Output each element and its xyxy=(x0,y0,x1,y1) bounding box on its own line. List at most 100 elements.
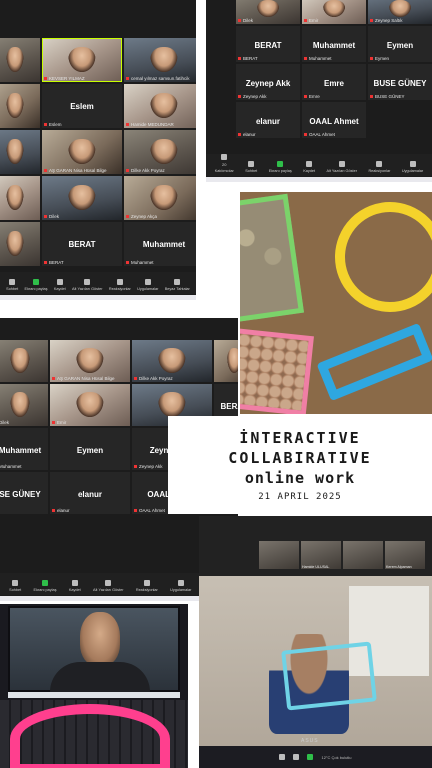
participant-with-triangle-photo: Hamide ULUSAL Kerem Alpaman ASUS 12°C Çok… xyxy=(199,516,432,768)
participant-tile[interactable]: Dilek xyxy=(42,176,122,220)
participant-tile[interactable]: SE GÜNEY xyxy=(0,472,48,514)
participant-name: Muhammet xyxy=(312,41,356,51)
participant-tile[interactable]: Eslem Eslem xyxy=(42,84,122,128)
toolbar-button[interactable]: Ekranı paylaş xyxy=(25,279,48,291)
participant-tile[interactable]: Zeynep Saltık xyxy=(368,0,432,24)
participant-tile[interactable]: Dilek xyxy=(236,0,300,24)
participant-video xyxy=(257,0,279,18)
title-line-1: İNTERACTIVE xyxy=(239,428,361,447)
participant-caption: Muhammet xyxy=(0,464,22,469)
toolbar-button[interactable]: Sohbet xyxy=(245,161,257,173)
toolbar-label: Kaydet xyxy=(68,588,81,592)
toolbar-button[interactable]: Kaydet xyxy=(54,279,66,291)
participant-tile[interactable] xyxy=(0,340,48,382)
toolbar-button[interactable]: Reaksiyonlar xyxy=(109,279,131,291)
toolbar-button[interactable]: Kaydet xyxy=(303,161,315,173)
taskbar xyxy=(206,177,432,182)
participant-tile[interactable]: Zeynep Akk Zeynep Akk xyxy=(236,64,300,100)
toolbar-button[interactable]: Ekranı paylaş xyxy=(34,580,57,592)
toolbar-button[interactable]: Reaksiyonlar xyxy=(368,161,390,173)
participant-tile[interactable]: BERAT BERAT xyxy=(236,26,300,62)
participant-tile[interactable]: cemal yılmaz samsun.fatihcik xyxy=(124,38,196,82)
participant-tile[interactable] xyxy=(0,84,40,128)
participant-tile[interactable]: AŞ GARAN Nisa Hüsal Bilge xyxy=(42,130,122,174)
participant-video xyxy=(68,46,96,73)
toolbar-button[interactable]: Sohbet xyxy=(9,580,21,592)
participant-tile[interactable]: AŞ GARAN Nisa Hüsal Bilge xyxy=(50,340,130,382)
participant-tile[interactable] xyxy=(214,340,238,382)
toolbar-button[interactable]: Uygulamalar xyxy=(402,161,423,173)
participant-video xyxy=(6,92,24,119)
toolbar-button[interactable]: Beyaz Tahtalar xyxy=(165,279,190,291)
participant-caption: BERAT xyxy=(238,56,258,61)
participant-tile[interactable] xyxy=(0,176,40,220)
participant-video xyxy=(227,348,238,373)
participant-tile[interactable]: OAAL Ahmet OAAL Ahmet xyxy=(302,102,366,138)
participant-video xyxy=(158,348,186,373)
thumbnail-row: Hamide ULUSAL Kerem Alpaman xyxy=(259,541,425,569)
participant-tile[interactable]: Dilek xyxy=(0,384,48,426)
app-icon[interactable] xyxy=(307,754,314,760)
blue-paper-strip xyxy=(316,322,432,402)
participant-name: Zeynep Akk xyxy=(245,79,291,89)
participant-caption: elanur xyxy=(52,508,70,513)
participant-name: Muhammet xyxy=(142,240,186,250)
participant-tile[interactable]: elanur elanur xyxy=(236,102,300,138)
participant-caption: Eymen xyxy=(370,56,389,61)
toolbar-button[interactable]: Uygulamalar xyxy=(170,580,191,592)
toolbar-icon xyxy=(177,580,184,586)
participant-video xyxy=(76,348,104,373)
participant-name: OAAL Ahmet xyxy=(309,117,359,127)
title-line-3: online work xyxy=(244,468,356,487)
search-icon[interactable] xyxy=(293,754,300,760)
participant-caption: Dilke Akk Poyraz xyxy=(134,376,173,381)
participant-tile[interactable]: elanur elanur xyxy=(50,472,130,514)
title-date: 21 APRIL 2025 xyxy=(258,491,342,502)
participant-tile[interactable]: Hamide MEDUNDAR xyxy=(124,84,196,128)
participant-tile[interactable] xyxy=(0,222,40,266)
participant-tile[interactable]: BERAT BERAT xyxy=(42,222,122,266)
toolbar-button[interactable]: Kaydet xyxy=(69,580,81,592)
participant-tile[interactable]: EmreEmre xyxy=(302,64,366,100)
participant-thumbnail[interactable] xyxy=(259,541,299,569)
participant-name: BERAT xyxy=(68,240,96,250)
participant-tile[interactable] xyxy=(0,38,40,82)
toolbar-icon xyxy=(71,580,78,586)
toolbar-button[interactable]: Sohbet xyxy=(6,279,18,291)
participant-tile[interactable]: Eymen Eymen xyxy=(368,26,432,62)
participant-tile[interactable]: Dilke Akk Poyraz xyxy=(132,340,212,382)
toolbar-button[interactable]: Alt Yazıları Göster xyxy=(93,580,124,592)
participant-name: elanur xyxy=(77,489,102,499)
participant-tile[interactable]: Zeynep Akça xyxy=(124,176,196,220)
participant-tile[interactable] xyxy=(0,130,40,174)
participant-tile[interactable]: Muhammet Muhammet xyxy=(0,428,48,470)
participant-thumbnail[interactable]: Kerem Alpaman xyxy=(385,541,425,569)
participant-tile[interactable]: Emir xyxy=(50,384,130,426)
toolbar-button[interactable]: Alt Yazıları Göster xyxy=(72,279,103,291)
toolbar-label: Ekranı paylaş xyxy=(33,588,57,592)
participant-tile[interactable]: Muhammet Muhammet xyxy=(124,222,196,266)
participant-tile[interactable]: BUSE GÜNEY BUSE GÜNEY xyxy=(368,64,432,100)
participant-tile[interactable]: Dilke Akk Poyraz xyxy=(124,130,196,174)
participant-tile[interactable]: Eymen xyxy=(50,428,130,470)
toolbar-label: Sohbet xyxy=(6,287,19,291)
participant-caption: BERAT xyxy=(44,260,64,265)
toolbar-button[interactable]: Alt Yazıları Göster xyxy=(327,161,357,173)
toolbar-label: Uygulamalar xyxy=(401,169,424,173)
toolbar-icon xyxy=(116,279,123,285)
toolbar-label: Sohbet xyxy=(9,588,22,592)
participant-tile[interactable]: KEVSER YILMAZ xyxy=(42,38,122,82)
participant-tile[interactable]: Emir xyxy=(302,0,366,24)
toolbar-button[interactable]: Uygulamalar xyxy=(137,279,158,291)
participant-caption: BUSE GÜNEY xyxy=(370,94,405,99)
laptop-screen xyxy=(8,606,180,696)
participant-thumbnail[interactable]: Hamide ULUSAL xyxy=(301,541,341,569)
toolbar-icon xyxy=(143,580,150,586)
participant-video xyxy=(10,348,30,373)
start-icon[interactable] xyxy=(279,754,286,760)
participant-thumbnail[interactable] xyxy=(343,541,383,569)
toolbar-button[interactable]: 20 Katılımcılar xyxy=(215,154,234,173)
toolbar-button[interactable]: Ekranı paylaş xyxy=(269,161,292,173)
participant-tile[interactable]: Muhammet Muhammet xyxy=(302,26,366,62)
toolbar-button[interactable]: Reaksiyonlar xyxy=(136,580,158,592)
